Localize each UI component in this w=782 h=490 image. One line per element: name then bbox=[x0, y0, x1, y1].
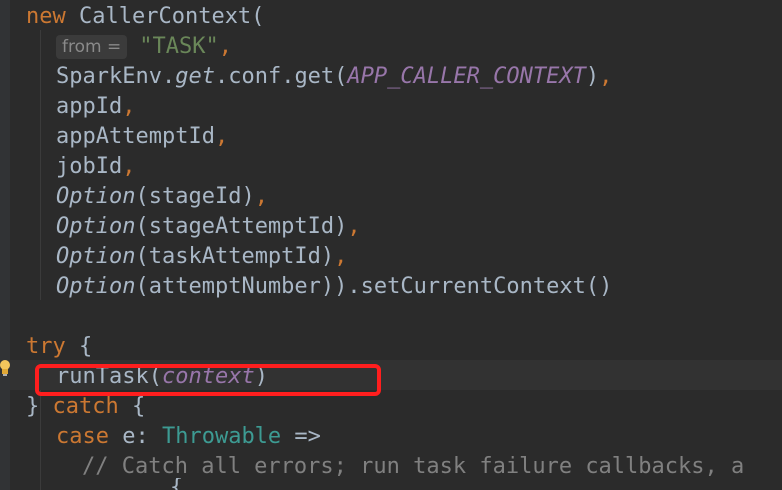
code-text: (attemptNumber)).setCurrentContext() bbox=[135, 274, 613, 299]
code-line-6[interactable]: jobId, bbox=[56, 152, 135, 182]
code-text: CallerContext( bbox=[65, 4, 265, 29]
keyword-case: case bbox=[56, 424, 109, 449]
code-line-5[interactable]: appAttemptId, bbox=[56, 122, 228, 152]
keyword-new: new bbox=[26, 4, 66, 29]
code-text: } bbox=[26, 394, 53, 419]
keyword-catch: catch bbox=[52, 394, 119, 419]
comma: , bbox=[254, 184, 268, 209]
comma: , bbox=[214, 124, 229, 149]
code-text: appId bbox=[56, 94, 123, 119]
code-line-15[interactable]: case e: Throwable => bbox=[56, 422, 321, 452]
code-text: e: bbox=[108, 424, 162, 449]
code-text: (stageId) bbox=[135, 184, 255, 209]
method-get: get bbox=[175, 64, 215, 89]
function-option: Option bbox=[56, 184, 136, 209]
code-line-7[interactable]: Option(stageId), bbox=[56, 182, 268, 212]
code-comment: // Catch all errors; run task failure ca… bbox=[82, 454, 745, 479]
type-name: Throwable bbox=[161, 424, 282, 449]
code-line-8[interactable]: Option(stageAttemptId), bbox=[56, 212, 361, 242]
function-option: Option bbox=[56, 274, 136, 299]
code-text: (stageAttemptId) bbox=[135, 214, 348, 239]
code-line-17[interactable]: { bbox=[82, 478, 183, 490]
parameter-hint: from = bbox=[56, 35, 128, 59]
code-editor[interactable]: new CallerContext( from = "TASK", SparkEn… bbox=[0, 0, 782, 490]
red-highlight-box bbox=[35, 364, 381, 396]
code-line-9[interactable]: Option(taskAttemptId), bbox=[56, 242, 347, 272]
function-option: Option bbox=[56, 214, 136, 239]
code-text: ) bbox=[585, 64, 600, 89]
function-option: Option bbox=[56, 244, 136, 269]
keyword-try: try bbox=[26, 334, 66, 359]
comma: , bbox=[122, 154, 136, 179]
code-line-1[interactable]: new CallerContext( bbox=[26, 2, 264, 32]
code-text: SparkEnv. bbox=[56, 64, 176, 89]
code-line-4[interactable]: appId, bbox=[56, 92, 135, 122]
code-line-14[interactable]: } catch { bbox=[26, 392, 145, 422]
lightbulb-icon[interactable] bbox=[0, 358, 12, 378]
comma: , bbox=[334, 244, 348, 269]
code-text: { bbox=[65, 334, 93, 359]
code-text: => bbox=[281, 424, 321, 449]
indent-guide bbox=[40, 30, 41, 300]
comma: , bbox=[122, 94, 136, 119]
code-line-12[interactable]: try { bbox=[26, 332, 92, 362]
editor-gutter bbox=[0, 0, 10, 490]
code-text: { bbox=[118, 394, 146, 419]
code-line-10[interactable]: Option(attemptNumber)).setCurrentContext… bbox=[56, 272, 612, 302]
code-text: .conf.get( bbox=[214, 64, 348, 89]
code-line-3[interactable]: SparkEnv.get.conf.get(APP_CALLER_CONTEXT… bbox=[56, 62, 612, 92]
code-text: { bbox=[170, 478, 183, 490]
code-line-2[interactable]: from = "TASK", bbox=[56, 32, 232, 62]
code-text: (taskAttemptId) bbox=[135, 244, 335, 269]
comma: , bbox=[347, 214, 361, 239]
comma: , bbox=[218, 34, 232, 59]
code-text: appAttemptId bbox=[56, 124, 215, 149]
string-literal: "TASK" bbox=[139, 34, 219, 59]
code-text: jobId bbox=[56, 154, 123, 179]
comma: , bbox=[599, 64, 613, 89]
constant-name: APP_CALLER_CONTEXT bbox=[347, 64, 586, 89]
